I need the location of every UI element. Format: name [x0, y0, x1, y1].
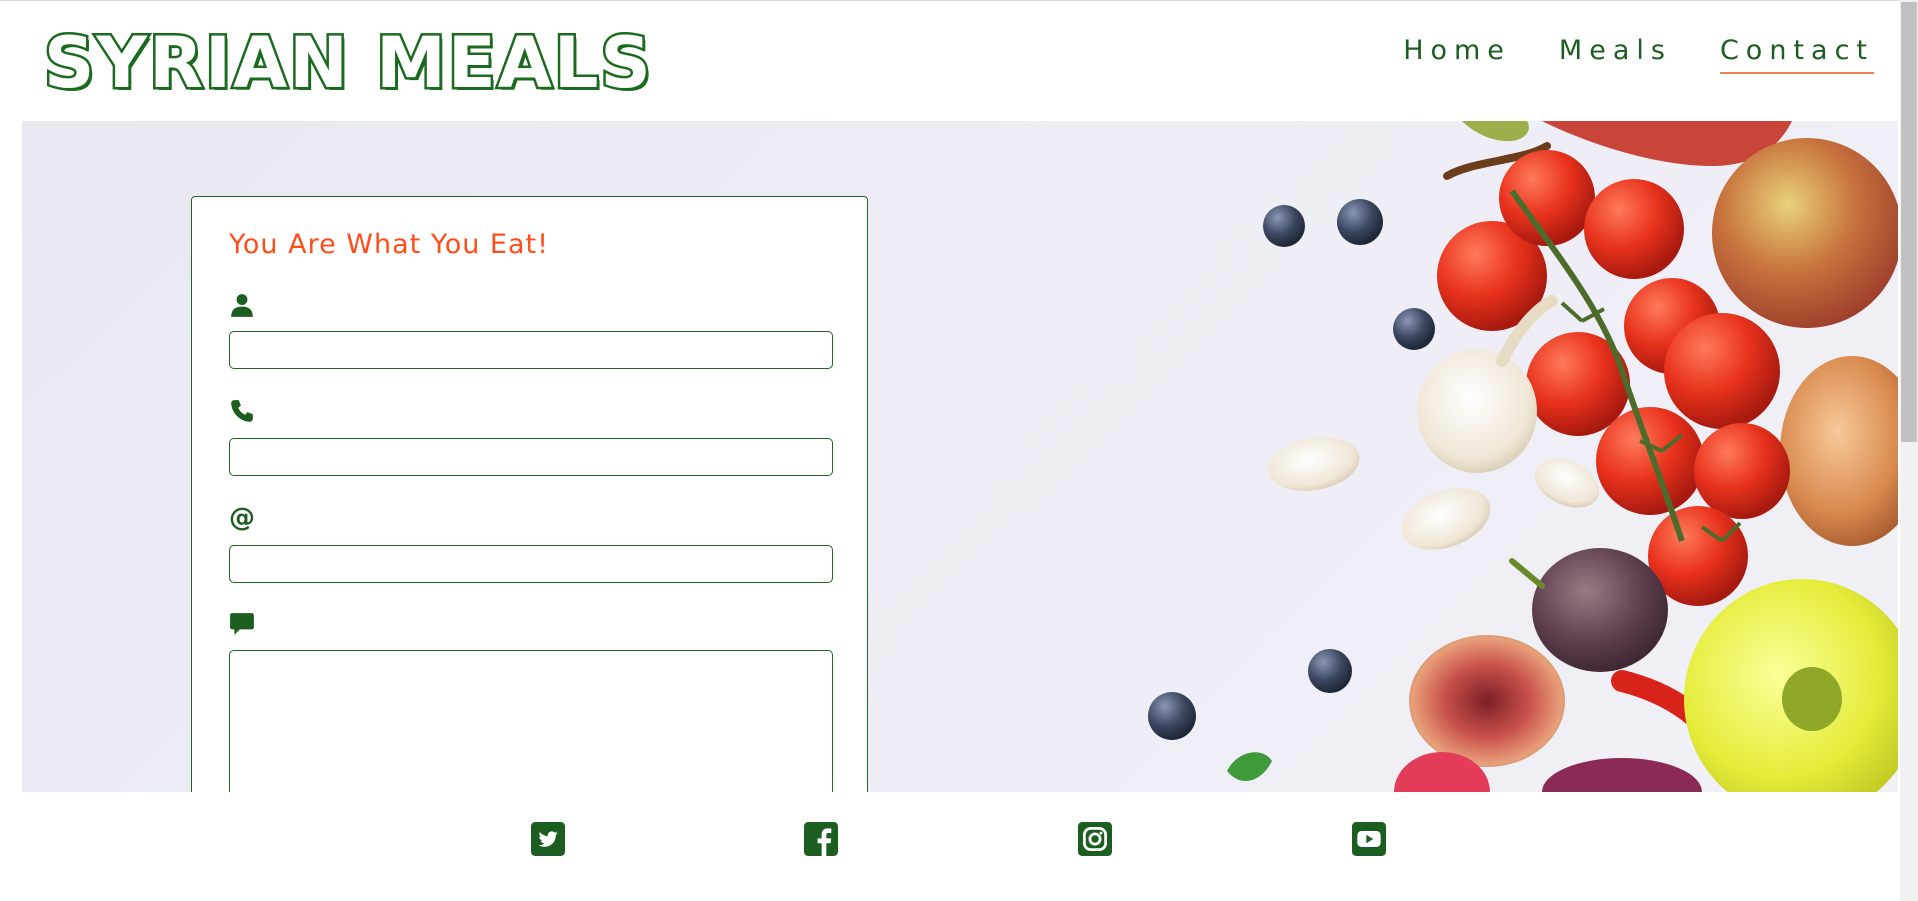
page-scrollbar[interactable]	[1900, 0, 1918, 901]
instagram-icon[interactable]	[1078, 822, 1112, 856]
at-icon: @	[229, 503, 255, 533]
nav-contact-link[interactable]: Contact	[1719, 35, 1874, 74]
name-input[interactable]	[229, 331, 833, 369]
contact-form: You Are What You Eat! @	[191, 196, 868, 792]
page: SYRIAN MEALS Home Meals Contact You Are …	[0, 0, 1918, 901]
facebook-icon[interactable]	[804, 822, 838, 856]
user-icon	[231, 294, 253, 317]
message-textarea[interactable]	[229, 650, 833, 792]
main-nav: Home Meals Contact	[1403, 35, 1874, 74]
scrollbar-thumb[interactable]	[1901, 2, 1917, 442]
site-logo[interactable]: SYRIAN MEALS	[42, 15, 654, 111]
site-header: SYRIAN MEALS Home Meals Contact	[22, 1, 1898, 121]
nav-meals-link[interactable]: Meals	[1559, 35, 1672, 74]
comment-icon	[230, 613, 254, 635]
site-footer	[0, 792, 1900, 901]
nav-home-link[interactable]: Home	[1403, 35, 1511, 74]
phone-input[interactable]	[229, 438, 833, 476]
hero-section: You Are What You Eat! @	[22, 121, 1898, 792]
phone-icon	[231, 400, 253, 422]
twitter-icon[interactable]	[531, 822, 565, 856]
email-input[interactable]	[229, 545, 833, 583]
form-title: You Are What You Eat!	[229, 229, 549, 260]
youtube-icon[interactable]	[1352, 822, 1386, 856]
